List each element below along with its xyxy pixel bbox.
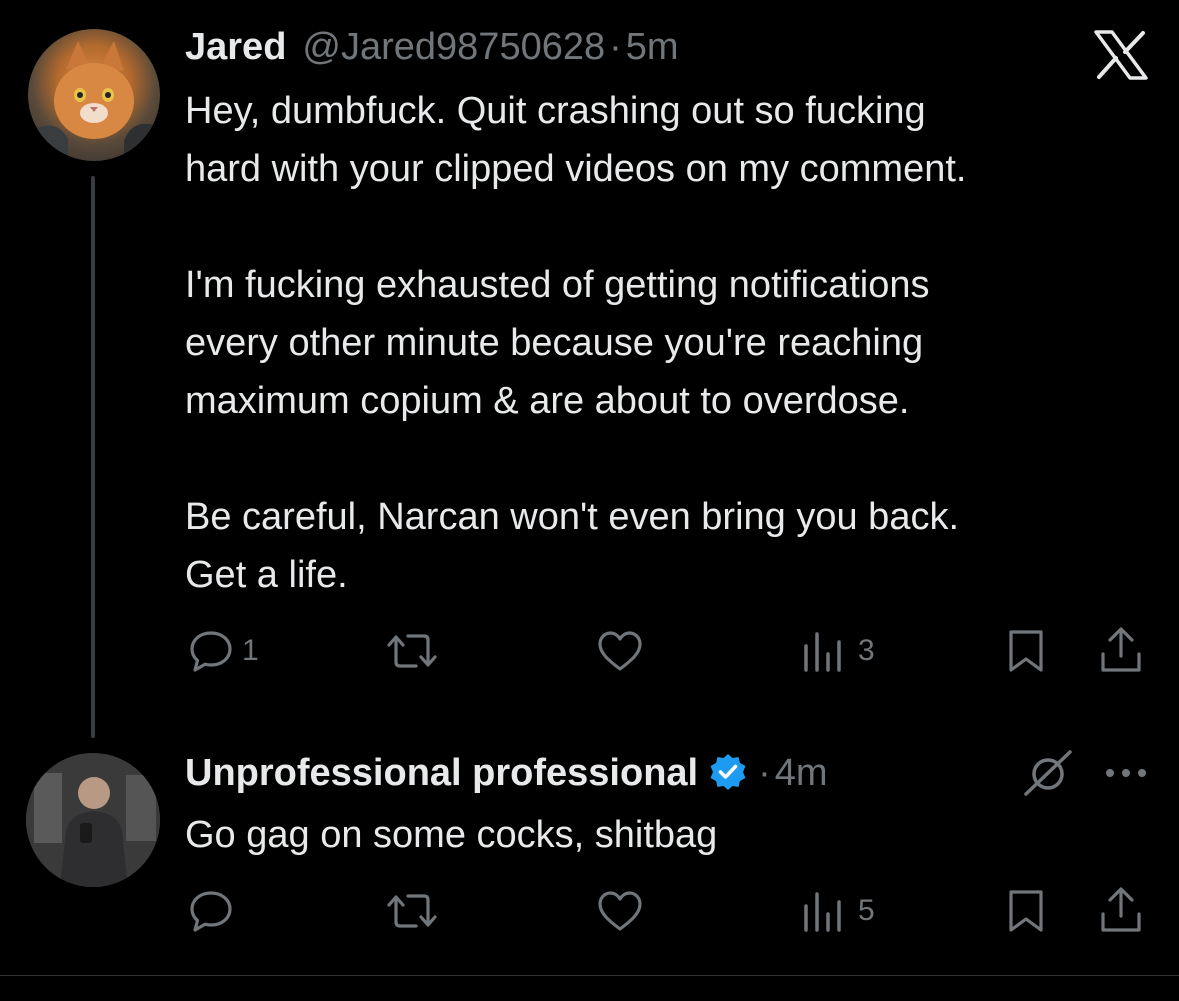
reply-button[interactable]: 1	[188, 628, 259, 674]
tweet2-text: Go gag on some cocks, shitbag	[185, 806, 1145, 864]
bookmark-icon	[1004, 628, 1048, 674]
tweet-text-line: Hey, dumbfuck. Quit crashing out so fuck…	[185, 90, 926, 132]
repost-icon	[386, 888, 438, 934]
like-icon	[596, 629, 644, 673]
like-button[interactable]	[596, 629, 652, 673]
verified-badge-icon	[708, 752, 748, 802]
timestamp[interactable]: 4m	[775, 752, 828, 795]
views-icon	[800, 888, 848, 934]
share-icon	[1098, 886, 1144, 934]
author-handle[interactable]: @Jared98750628	[302, 26, 605, 69]
views-icon	[800, 628, 848, 674]
avatar-unprofessional-professional[interactable]	[26, 753, 160, 887]
x-logo-icon	[1094, 30, 1148, 85]
author-name[interactable]: Unprofessional professional	[185, 752, 698, 795]
repost-button[interactable]	[386, 888, 446, 934]
more-icon[interactable]	[1104, 766, 1148, 784]
author-name[interactable]: Jared	[185, 26, 286, 69]
repost-button[interactable]	[386, 628, 446, 674]
like-icon	[596, 889, 644, 933]
timestamp[interactable]: 5m	[626, 26, 679, 69]
tweet-text-line: I'm fucking exhausted of getting notific…	[185, 264, 930, 306]
reply-button[interactable]	[188, 888, 242, 934]
bookmark-icon	[1004, 888, 1048, 934]
views-count: 5	[858, 894, 875, 927]
tweet1-text: Hey, dumbfuck. Quit crashing out so fuck…	[185, 82, 1145, 604]
share-button[interactable]	[1098, 886, 1144, 934]
share-icon	[1098, 626, 1144, 674]
tweet-text-line: Get a life.	[185, 554, 348, 596]
tweet-text-line: maximum copium & are about to overdose.	[185, 380, 910, 422]
tweet-text-line: Be careful, Narcan won't even bring you …	[185, 496, 960, 538]
tweet-text-line: Go gag on some cocks, shitbag	[185, 814, 718, 856]
repost-icon	[386, 628, 438, 674]
divider	[0, 975, 1179, 976]
tweet2-header: Unprofessional professional · 4m	[185, 752, 828, 802]
views-button[interactable]: 3	[800, 628, 875, 674]
reply-icon	[188, 628, 234, 674]
tweet-text-line: hard with your clipped videos on my comm…	[185, 148, 967, 190]
bookmark-button[interactable]	[1004, 888, 1048, 934]
tweet-text-line: every other minute because you're reachi…	[185, 322, 924, 364]
reply-icon	[188, 888, 234, 934]
separator-dot: ·	[758, 752, 771, 794]
tweet-text-blank	[185, 198, 1145, 256]
bookmark-button[interactable]	[1004, 628, 1048, 674]
views-button[interactable]: 5	[800, 888, 875, 934]
share-button[interactable]	[1098, 626, 1144, 674]
tweet-text-blank	[185, 430, 1145, 488]
tweet1-header: Jared @Jared98750628 · 5m	[185, 26, 679, 69]
views-count: 3	[858, 634, 875, 667]
like-button[interactable]	[596, 889, 652, 933]
reply-count: 1	[242, 634, 259, 667]
avatar-jared[interactable]	[28, 29, 160, 161]
grok-icon[interactable]	[1022, 748, 1074, 805]
thread-line	[91, 176, 95, 738]
separator-dot: ·	[609, 26, 622, 68]
